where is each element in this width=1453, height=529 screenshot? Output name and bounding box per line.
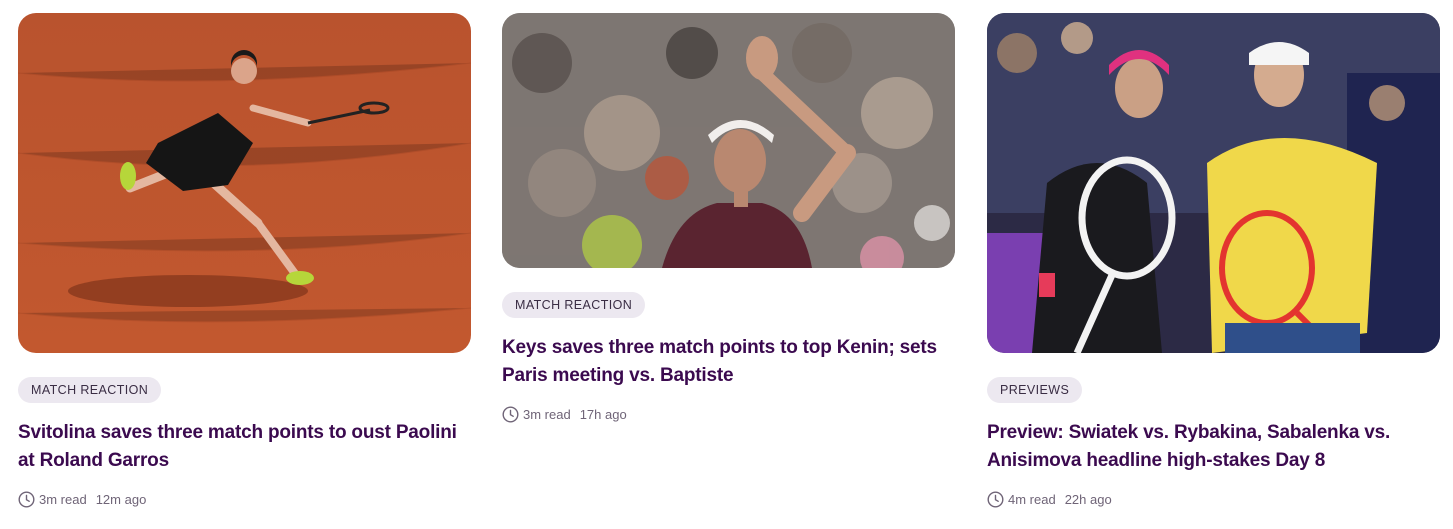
clock-icon (987, 491, 1004, 508)
article-title[interactable]: Svitolina saves three match points to ou… (18, 419, 468, 475)
posted-time: 12m ago (95, 492, 147, 507)
article-card: MATCH REACTION Svitolina saves three mat… (18, 13, 471, 508)
category-tag[interactable]: MATCH REACTION (18, 377, 162, 403)
article-title[interactable]: Keys saves three match points to top Ken… (502, 334, 952, 390)
article-grid: MATCH REACTION Svitolina saves three mat… (0, 0, 1453, 529)
read-time: 3m read (39, 492, 87, 507)
article-meta: 4m read 22h ago (987, 491, 1440, 508)
clock-icon (502, 406, 519, 423)
article-meta: 3m read 17h ago (502, 406, 955, 423)
posted-time: 22h ago (1064, 492, 1112, 507)
category-tag[interactable]: MATCH REACTION (502, 292, 646, 318)
read-time: 3m read (523, 407, 571, 422)
article-image[interactable] (987, 13, 1440, 353)
article-card: PREVIEWS Preview: Swiatek vs. Rybakina, … (987, 13, 1440, 508)
category-tag[interactable]: PREVIEWS (987, 377, 1083, 403)
article-meta: 3m read 12m ago (18, 491, 471, 508)
posted-time: 17h ago (579, 407, 627, 422)
read-time: 4m read (1008, 492, 1056, 507)
article-title[interactable]: Preview: Swiatek vs. Rybakina, Sabalenka… (987, 419, 1437, 475)
article-image[interactable] (18, 13, 471, 353)
article-image[interactable] (502, 13, 955, 268)
article-card: MATCH REACTION Keys saves three match po… (502, 13, 955, 423)
clock-icon (18, 491, 35, 508)
